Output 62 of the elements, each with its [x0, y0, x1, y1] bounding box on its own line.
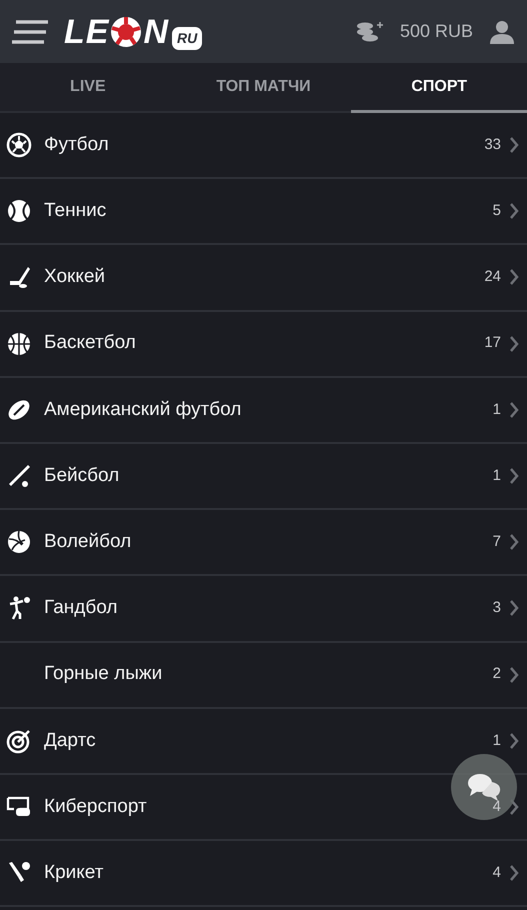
menu-icon[interactable]	[12, 18, 48, 44]
sport-name: Баскетбол	[44, 331, 136, 356]
tennis-ball-icon	[6, 198, 32, 224]
sport-row[interactable]: Крикет 4	[0, 841, 527, 908]
ball-logo-icon	[110, 16, 142, 48]
sport-name: Горные лыжи	[44, 662, 162, 686]
sport-row[interactable]: Гандбол 3	[0, 576, 527, 642]
sport-name: Дартс	[44, 728, 96, 753]
chevron-right-icon	[509, 467, 519, 486]
basketball-icon	[6, 330, 32, 357]
event-count: 24	[484, 267, 501, 288]
sport-name: Американский футбол	[44, 398, 242, 422]
event-count: 33	[484, 134, 501, 155]
tab[interactable]: LIVE	[0, 63, 176, 113]
sport-name: Хоккей	[44, 265, 106, 290]
user-icon[interactable]	[489, 18, 515, 44]
sport-row[interactable]: Футбол 33	[0, 113, 527, 180]
event-count: 2	[492, 664, 501, 684]
logo-text: N	[143, 14, 170, 48]
sport-name: Волейбол	[44, 530, 132, 554]
sport-row[interactable]: Хоккей 24	[0, 245, 527, 312]
event-count: 4	[492, 796, 501, 817]
sport-name: Теннис	[44, 199, 106, 224]
chevron-right-icon	[509, 268, 519, 286]
event-count: 4	[492, 862, 501, 883]
chevron-right-icon	[509, 202, 519, 220]
event-count: 1	[492, 466, 501, 486]
event-count: 3	[492, 598, 501, 618]
event-count: 1	[492, 730, 501, 751]
chevron-right-icon	[509, 666, 519, 684]
event-count: 5	[492, 201, 501, 222]
darts-target-icon	[6, 728, 32, 754]
sport-row[interactable]: Волейбол 7	[0, 510, 527, 576]
chevron-right-icon	[509, 533, 519, 552]
balance-text[interactable]: 500 RUB	[400, 18, 473, 45]
event-count: 1	[492, 400, 501, 420]
tab[interactable]: ТОП МАТЧИ	[176, 63, 352, 113]
chevron-right-icon	[509, 136, 519, 154]
chevron-right-icon	[509, 864, 519, 882]
sport-row[interactable]: Баскетбол 17	[0, 312, 527, 378]
event-count: 17	[484, 333, 501, 354]
coins-icon[interactable]	[356, 20, 384, 44]
logo-badge: RU	[172, 27, 202, 50]
volleyball-icon	[6, 529, 32, 556]
chevron-right-icon	[509, 334, 519, 353]
chevron-right-icon	[509, 732, 519, 750]
sport-name: Футбол	[44, 132, 109, 157]
sport-name: Гандбол	[44, 596, 118, 620]
sport-row[interactable]: Теннис 5	[0, 179, 527, 246]
sport-name: Бейсбол	[44, 464, 120, 488]
soccer-ball-icon	[6, 132, 32, 158]
chat-bubbles-icon	[466, 772, 502, 802]
event-count: 7	[492, 532, 501, 552]
sport-name: Киберспорт	[44, 794, 147, 819]
chevron-right-icon	[509, 400, 519, 419]
chevron-right-icon	[509, 599, 519, 618]
sport-row[interactable]: Горные лыжи 2	[0, 642, 527, 709]
tab[interactable]: СПОРТ	[351, 63, 527, 113]
sport-row[interactable]: Бейсбол 1	[0, 444, 527, 510]
logo-text: LE	[64, 14, 110, 48]
sport-name: Крикет	[44, 860, 104, 885]
sport-row[interactable]: Американский футбол 1	[0, 378, 527, 444]
